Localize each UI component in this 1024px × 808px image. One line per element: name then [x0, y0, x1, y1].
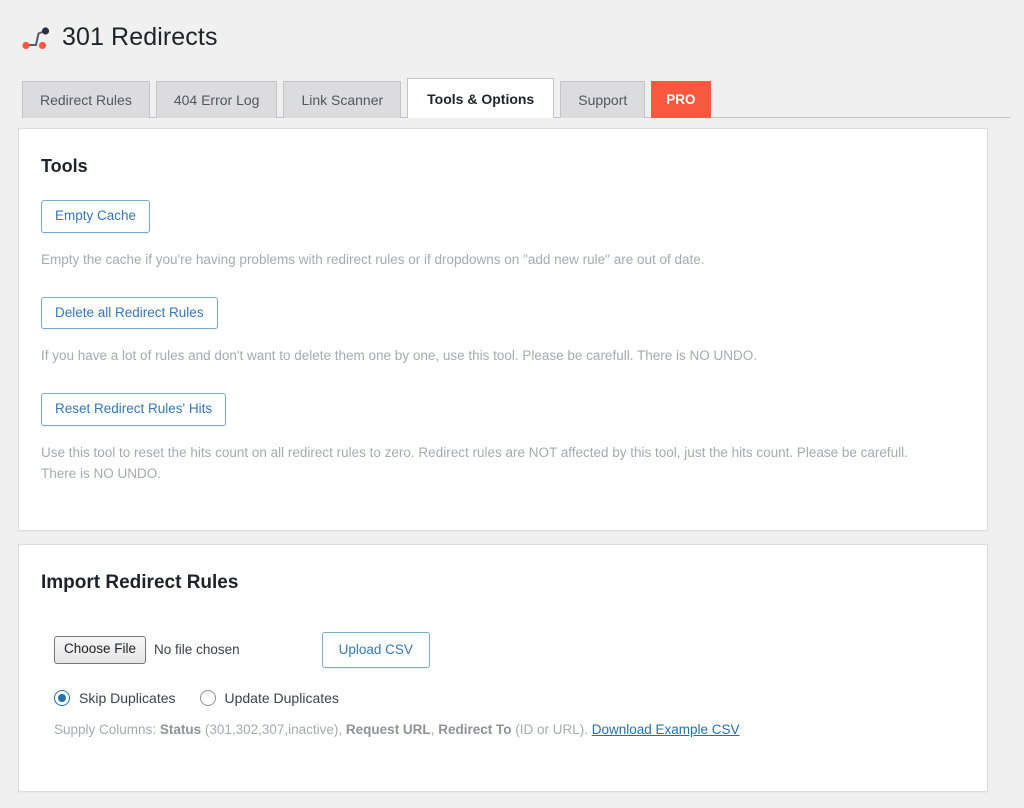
empty-cache-description: Empty the cache if you're having problem… — [41, 250, 946, 271]
radio-mark-icon — [54, 690, 70, 706]
supply-column-request-url: Request URL — [346, 722, 431, 737]
download-example-csv-link[interactable]: Download Example CSV — [592, 722, 740, 737]
tab-404-error-log[interactable]: 404 Error Log — [156, 81, 278, 118]
tab-redirect-rules[interactable]: Redirect Rules — [22, 81, 150, 118]
choose-file-button[interactable]: Choose File — [54, 636, 146, 663]
empty-cache-button[interactable]: Empty Cache — [41, 200, 150, 233]
supply-column-redirect-to: Redirect To — [438, 722, 511, 737]
tools-heading: Tools — [41, 155, 965, 178]
delete-all-redirect-rules-button[interactable]: Delete all Redirect Rules — [41, 297, 218, 330]
supply-status-detail: (301,302,307,inactive), — [201, 722, 346, 737]
import-redirect-rules-panel: Import Redirect Rules Choose File No fil… — [18, 544, 988, 792]
radio-skip-duplicates-label: Skip Duplicates — [79, 690, 176, 706]
duplicate-handling-options: Skip Duplicates Update Duplicates — [54, 690, 965, 706]
tab-pro[interactable]: PRO — [651, 81, 710, 118]
reset-redirect-rules-hits-description: Use this tool to reset the hits count on… — [41, 443, 946, 485]
radio-mark-icon — [200, 690, 216, 706]
tool-block-delete-all-rules: Delete all Redirect Rules If you have a … — [41, 297, 965, 367]
tab-tools-and-options[interactable]: Tools & Options — [407, 78, 554, 118]
supply-prefix: Supply Columns: — [54, 722, 160, 737]
delete-all-redirect-rules-description: If you have a lot of rules and don't wan… — [41, 346, 946, 367]
upload-csv-button[interactable]: Upload CSV — [322, 632, 430, 669]
reset-redirect-rules-hits-button[interactable]: Reset Redirect Rules' Hits — [41, 393, 226, 426]
radio-update-duplicates[interactable]: Update Duplicates — [200, 690, 339, 706]
supply-redirect-detail: (ID or URL). — [511, 722, 591, 737]
file-chosen-status: No file chosen — [154, 642, 240, 657]
tab-bar: Redirect Rules 404 Error Log Link Scanne… — [0, 78, 1024, 118]
tool-block-reset-hits: Reset Redirect Rules' Hits Use this tool… — [41, 393, 965, 484]
tools-panel: Tools Empty Cache Empty the cache if you… — [18, 128, 988, 531]
radio-update-duplicates-label: Update Duplicates — [225, 690, 339, 706]
tab-support[interactable]: Support — [560, 81, 645, 118]
import-file-row: Choose File No file chosen Upload CSV — [41, 632, 965, 669]
radio-skip-duplicates[interactable]: Skip Duplicates — [54, 690, 176, 706]
redirect-graph-icon — [18, 20, 54, 56]
supply-columns-help: Supply Columns: Status (301,302,307,inac… — [54, 720, 965, 740]
csv-file-input[interactable]: Choose File No file chosen — [54, 636, 240, 663]
tool-block-empty-cache: Empty Cache Empty the cache if you're ha… — [41, 200, 965, 270]
page-header: 301 Redirects — [0, 0, 1024, 62]
tab-link-scanner[interactable]: Link Scanner — [283, 81, 401, 118]
page-title: 301 Redirects — [62, 22, 218, 55]
import-heading: Import Redirect Rules — [41, 571, 965, 596]
supply-column-status: Status — [160, 722, 201, 737]
